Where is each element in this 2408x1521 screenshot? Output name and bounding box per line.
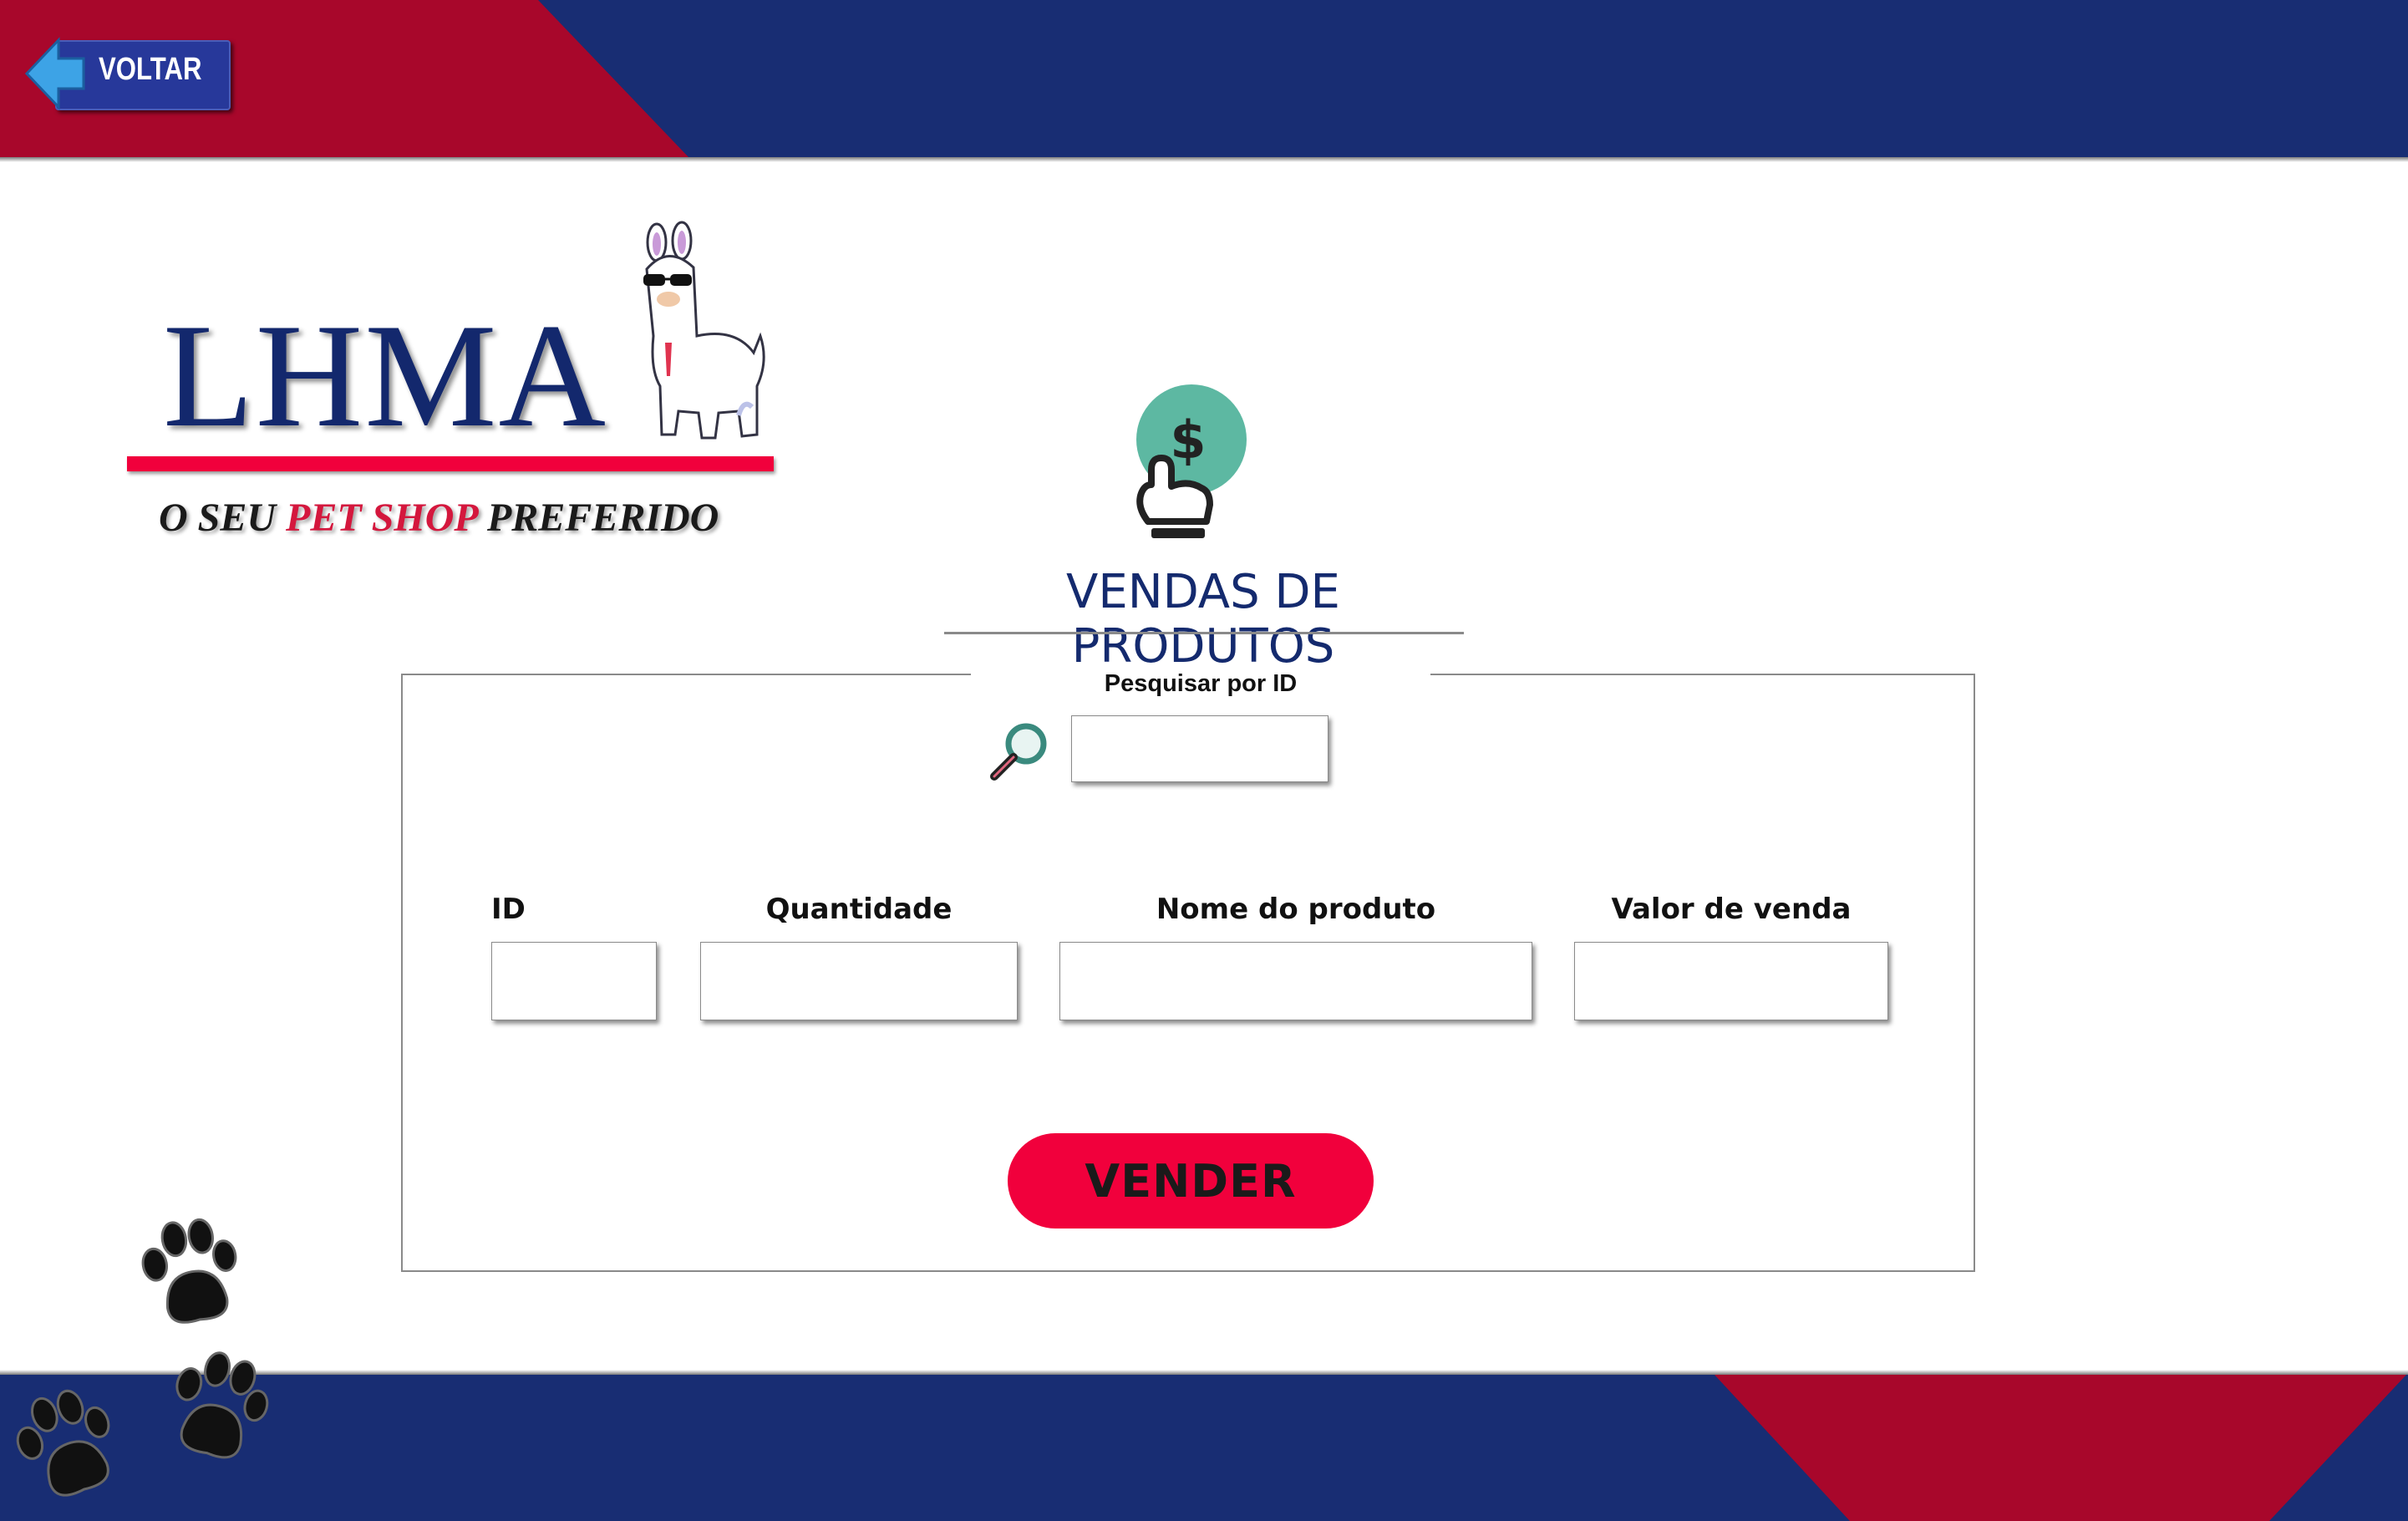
hand-dollar-icon: $ xyxy=(1136,384,1247,538)
title-underline xyxy=(944,632,1464,634)
tagline-part1: O SEU xyxy=(159,496,287,540)
paw-print-icon xyxy=(175,1351,269,1459)
arrow-left-icon[interactable] xyxy=(25,37,85,110)
logo-brand: LHMA xyxy=(163,292,608,458)
product-name-input[interactable] xyxy=(1059,942,1532,1020)
tagline-highlight: PET SHOP xyxy=(286,496,477,540)
logo-underline xyxy=(127,456,774,471)
sale-value-label: Valor de venda xyxy=(1611,893,1852,926)
svg-text:$: $ xyxy=(1170,410,1206,471)
paw-print-icon xyxy=(16,1389,110,1497)
footer-red-triangle xyxy=(1715,1375,2406,1521)
quantity-label: Quantidade xyxy=(765,893,953,926)
sell-button[interactable]: VENDER xyxy=(1008,1133,1374,1228)
paw-print-icon xyxy=(141,1218,237,1324)
page-title: VENDAS DE PRODUTOS xyxy=(1066,565,1340,674)
llama-icon xyxy=(643,221,765,440)
search-label: Pesquisar por ID xyxy=(1104,670,1298,697)
search-id-input[interactable] xyxy=(1071,715,1328,782)
sale-value-input[interactable] xyxy=(1574,942,1888,1020)
back-button-label[interactable]: VOLTAR xyxy=(99,52,201,88)
id-input[interactable] xyxy=(491,942,657,1020)
quantity-input[interactable] xyxy=(700,942,1018,1020)
id-label: ID xyxy=(491,893,526,926)
logo-tagline: O SEU PET SHOP PREFERIDO xyxy=(159,495,719,541)
tagline-part2: PREFERIDO xyxy=(476,496,719,540)
magnifier-icon[interactable] xyxy=(986,717,1053,784)
product-name-label: Nome do produto xyxy=(1156,893,1436,926)
